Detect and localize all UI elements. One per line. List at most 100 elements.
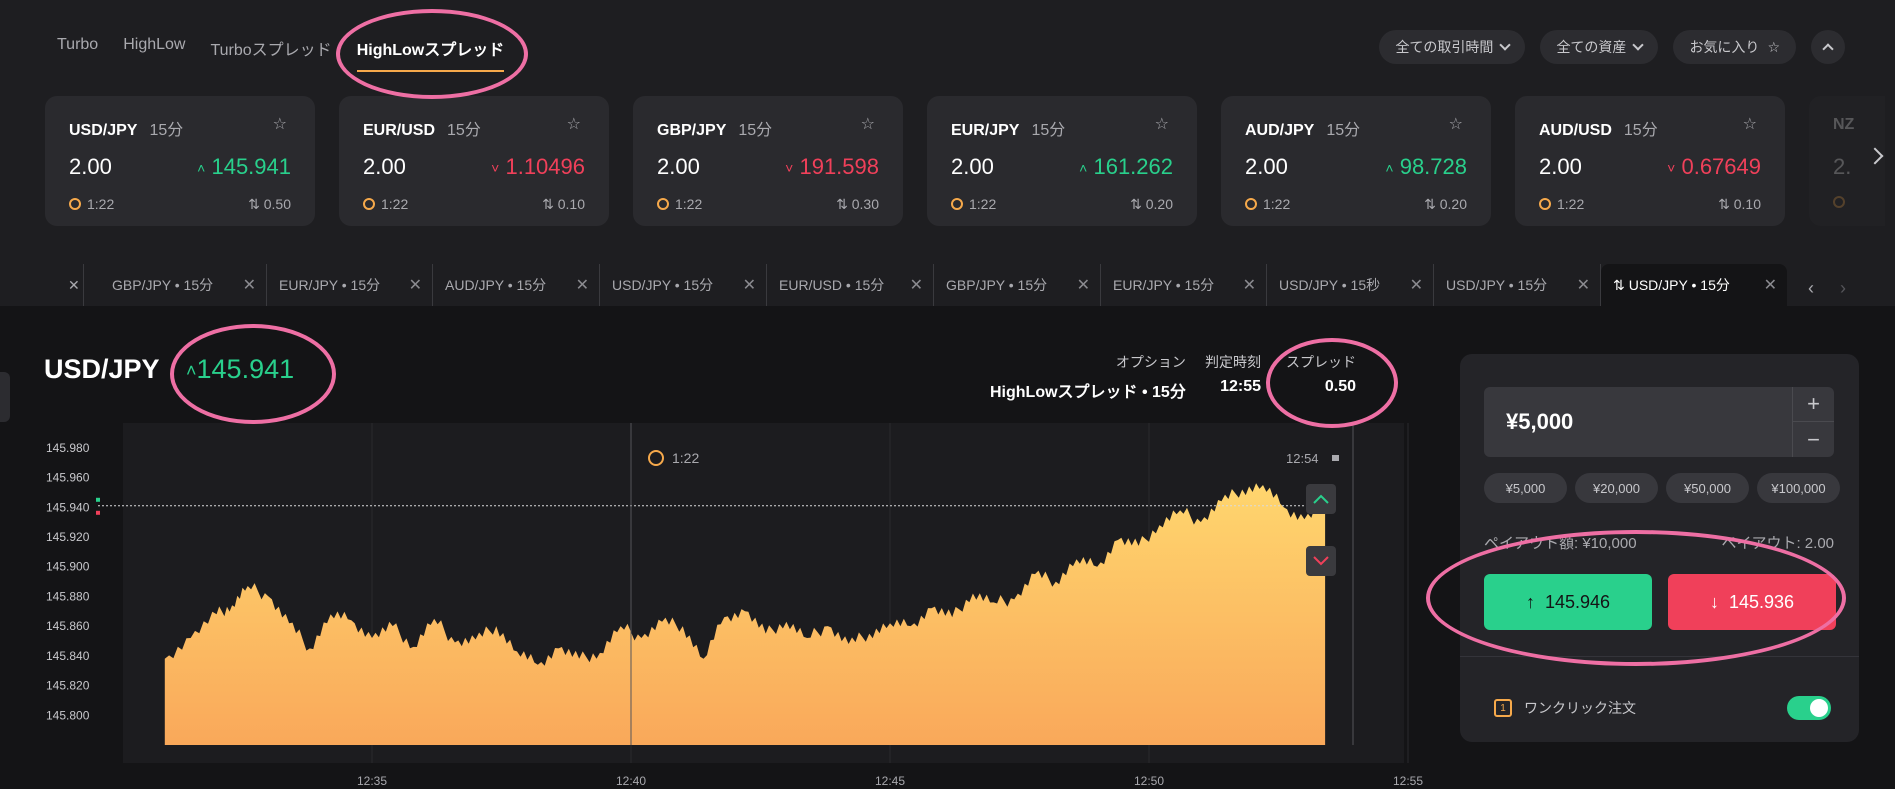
preset-amount-button[interactable]: ¥5,000 (1484, 473, 1567, 503)
chevron-left-icon[interactable]: ‹ (1808, 278, 1814, 299)
asset-filter[interactable]: 全ての資産 (1540, 30, 1659, 64)
chart-tab-label: EUR/JPY • 15分 (1113, 277, 1215, 293)
arrow-down-icon: ↓ (1709, 591, 1719, 612)
close-tab-icon[interactable]: ✕ (56, 264, 84, 306)
high-marker (96, 497, 100, 502)
asset-card[interactable]: USD/JPY 15分 ☆ 2.00 ˄ 145.941 1:22 ⇅ 0.50 (45, 96, 315, 226)
spread-icon: ⇅ (1718, 196, 1730, 212)
spread-value: 0.50 (1324, 378, 1356, 395)
chart-tab[interactable]: EUR/JPY • 15分 ✕ (267, 264, 433, 306)
close-time-label: 12:54 (1286, 451, 1319, 466)
option-value: HighLowスプレッド • 15分 (990, 384, 1186, 401)
chart-tab[interactable]: EUR/JPY • 15分 ✕ (1101, 264, 1267, 306)
toggle-knob (1810, 699, 1828, 717)
price-chart[interactable]: 12:35 12:40 12:45 12:50 12:55 145.980 145.960 1… (0, 423, 1430, 789)
star-icon[interactable]: ☆ (861, 114, 875, 134)
close-tab-icon[interactable]: ✕ (1410, 275, 1423, 295)
close-tab-icon[interactable]: ✕ (409, 275, 422, 295)
card-rate: ˄ 161.262 (1079, 154, 1173, 179)
chart-tab[interactable]: USD/JPY • 15分 ✕ (600, 264, 767, 306)
card-spread: ⇅ 0.50 (248, 196, 291, 212)
tab-highlow[interactable]: HighLow (123, 36, 185, 72)
chevron-right-icon[interactable]: › (1840, 278, 1846, 299)
tab-turbo-spread[interactable]: Turboスプレッド (210, 36, 331, 72)
chart-tab[interactable]: GBP/JPY • 15分 ✕ (934, 264, 1101, 306)
chart-tab[interactable]: USD/JPY • 15秒 ✕ (1267, 264, 1434, 306)
expiry-value: 12:55 (1220, 378, 1261, 395)
chart-tab[interactable]: EUR/USD • 15分 ✕ (767, 264, 934, 306)
asset-card[interactable]: AUD/USD 15分 ☆ 2.00 ˅ 0.67649 1:22 ⇅ 0.10 (1515, 96, 1785, 226)
close-tab-icon[interactable]: ✕ (910, 275, 923, 295)
spread-icon: ⇅ (542, 196, 554, 212)
sidebar-toggle[interactable] (0, 372, 10, 422)
preset-amount-button[interactable]: ¥20,000 (1575, 473, 1658, 503)
spread-icon: ⇅ (1613, 276, 1625, 293)
asset-card[interactable]: EUR/JPY 15分 ☆ 2.00 ˄ 161.262 1:22 ⇅ 0.20 (927, 96, 1197, 226)
timer-icon (1245, 198, 1257, 210)
star-icon[interactable]: ☆ (1155, 114, 1169, 134)
arrow-up-icon: ˄ (197, 160, 206, 177)
asset-card[interactable]: GBP/JPY 15分 ☆ 2.00 ˅ 191.598 1:22 ⇅ 0.30 (633, 96, 903, 226)
low-button[interactable]: ↓ 145.936 (1668, 574, 1836, 630)
open-chart-tabs: ✕ ‹ › GBP/JPY • 15分 ✕ EUR/JPY • 15分 ✕ AUD/JP… (0, 264, 1895, 306)
y-tick-label: 145.900 (46, 560, 90, 574)
high-button[interactable]: ↑ 145.946 (1484, 574, 1652, 630)
card-timer: 1:22 (1245, 196, 1290, 212)
spread-icon: ⇅ (836, 196, 848, 212)
close-tab-icon[interactable]: ✕ (243, 275, 256, 295)
asset-pair-title: USD/JPY (44, 354, 160, 384)
chart-tab[interactable]: ⇅ USD/JPY • 15分 ✕ (1601, 264, 1787, 306)
x-tick-label: 12:50 (1134, 774, 1164, 788)
timer-icon (363, 198, 375, 210)
card-rate: ˅ 0.67649 (1667, 154, 1761, 179)
one-click-toggle[interactable] (1787, 696, 1831, 720)
card-pair: USD/JPY 15分 (69, 122, 184, 139)
low-price: 145.936 (1728, 591, 1795, 612)
collapse-cards-button[interactable] (1811, 30, 1845, 64)
star-icon[interactable]: ☆ (567, 114, 581, 134)
preset-amount-button[interactable]: ¥50,000 (1666, 473, 1749, 503)
y-tick-label: 145.860 (46, 619, 90, 633)
investment-amount-field[interactable]: ¥5,000 + − (1484, 387, 1834, 457)
card-spread: ⇅ 0.10 (1718, 196, 1761, 212)
y-tick-label: 145.880 (46, 589, 90, 603)
increase-amount-button[interactable]: + (1792, 387, 1834, 422)
chart-low-button (1306, 546, 1336, 576)
tab-turbo[interactable]: Turbo (57, 36, 98, 72)
chart-tab[interactable]: USD/JPY • 15分 ✕ (1434, 264, 1601, 306)
preset-amount-button[interactable]: ¥100,000 (1757, 473, 1840, 503)
y-tick-label: 145.960 (46, 471, 90, 485)
chart-tab[interactable]: GBP/JPY • 15分 ✕ (100, 264, 267, 306)
price-chart-svg[interactable]: 12:35 12:40 12:45 12:50 12:55 145.980 145.960 1… (0, 423, 1430, 789)
timer-icon (657, 198, 669, 210)
star-icon[interactable]: ☆ (1449, 114, 1463, 134)
card-payout: 2.00 (951, 154, 994, 179)
card-rate: ˅ 1.10496 (491, 154, 585, 179)
card-timer: 1:22 (1539, 196, 1584, 212)
close-tab-icon[interactable]: ✕ (1764, 275, 1777, 295)
one-click-icon: 1 (1494, 699, 1512, 717)
favorites-filter[interactable]: お気に入り ☆ (1673, 30, 1796, 64)
x-tick-label: 12:35 (357, 774, 387, 788)
decrease-amount-button[interactable]: − (1792, 422, 1834, 457)
asset-card[interactable]: EUR/USD 15分 ☆ 2.00 ˅ 1.10496 1:22 ⇅ 0.10 (339, 96, 609, 226)
asset-cards: USD/JPY 15分 ☆ 2.00 ˄ 145.941 1:22 ⇅ 0.50 EUR/US… (45, 96, 1885, 228)
y-tick-label: 145.920 (46, 530, 90, 544)
tab-highlow-spread[interactable]: HighLowスプレッド (356, 36, 505, 72)
spread-icon: ⇅ (1424, 196, 1436, 212)
chevron-up-icon (1822, 43, 1834, 55)
close-tab-icon[interactable]: ✕ (576, 275, 589, 295)
chart-tab[interactable]: AUD/JPY • 15分 ✕ (433, 264, 600, 306)
close-tab-icon[interactable]: ✕ (743, 275, 756, 295)
close-tab-icon[interactable]: ✕ (1243, 275, 1256, 295)
card-pair: GBP/JPY 15分 (657, 122, 773, 139)
y-tick-label: 145.840 (46, 649, 90, 663)
star-icon[interactable]: ☆ (273, 114, 287, 134)
close-tab-icon[interactable]: ✕ (1077, 275, 1090, 295)
star-icon[interactable]: ☆ (1743, 114, 1757, 134)
trading-time-filter[interactable]: 全ての取引時間 (1379, 30, 1526, 64)
close-tab-icon[interactable]: ✕ (1577, 275, 1590, 295)
asset-card[interactable]: AUD/JPY 15分 ☆ 2.00 ˄ 98.728 1:22 ⇅ 0.20 (1221, 96, 1491, 226)
chart-tab-label: EUR/USD • 15分 (779, 277, 885, 293)
divider (1460, 656, 1859, 657)
